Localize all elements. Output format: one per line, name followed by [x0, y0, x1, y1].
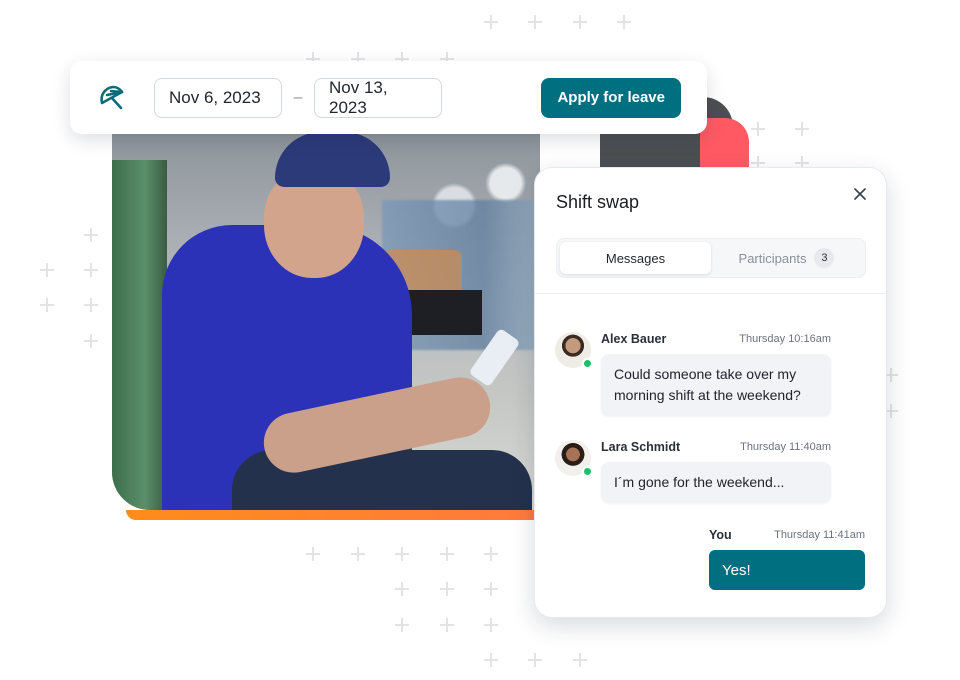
message-sender: You — [709, 528, 732, 542]
plus-decoration — [440, 618, 454, 632]
tab-participants-label: Participants — [738, 250, 807, 266]
online-status-dot — [582, 466, 593, 477]
online-status-dot — [582, 358, 593, 369]
message-sender: Lara Schmidt — [601, 440, 681, 454]
apply-for-leave-button[interactable]: Apply for leave — [541, 77, 681, 118]
plus-decoration — [573, 15, 587, 29]
participants-count-badge: 3 — [814, 248, 835, 268]
message-sender: Alex Bauer — [601, 332, 667, 346]
plus-decoration — [528, 15, 542, 29]
plus-decoration — [484, 618, 498, 632]
start-date-field[interactable]: Nov 6, 2023 — [154, 77, 282, 118]
plus-decoration — [484, 547, 498, 561]
plus-decoration — [395, 582, 409, 596]
plus-decoration — [573, 653, 587, 667]
plus-decoration — [751, 122, 765, 136]
avatar-lara-schmidt — [555, 440, 593, 477]
plus-decoration — [84, 228, 98, 242]
panel-tabs: Messages Participants 3 — [556, 238, 866, 278]
plus-decoration — [440, 582, 454, 596]
plus-decoration — [351, 547, 365, 561]
tab-participants[interactable]: Participants 3 — [711, 242, 862, 274]
plus-decoration — [484, 15, 498, 29]
start-date-value: Nov 6, 2023 — [169, 87, 261, 107]
message-time: Thursday 11:41am — [774, 529, 865, 541]
end-date-field[interactable]: Nov 13, 2023 — [314, 77, 442, 118]
date-separator: – — [293, 88, 303, 106]
umbrella-icon — [96, 82, 128, 114]
tab-messages[interactable]: Messages — [560, 242, 711, 274]
plus-decoration — [40, 263, 54, 277]
message-bubble: Could someone take over my morning shift… — [601, 354, 831, 416]
panel-title: Shift swap — [556, 192, 640, 212]
orange-accent-bar — [126, 510, 540, 520]
message-time: Thursday 11:40am — [740, 441, 831, 453]
plus-decoration — [40, 298, 54, 312]
plus-decoration — [306, 547, 320, 561]
plus-decoration — [617, 15, 631, 29]
close-button[interactable] — [850, 186, 870, 206]
plus-decoration — [395, 547, 409, 561]
photo-green-cabinet — [112, 160, 167, 510]
plus-decoration — [84, 298, 98, 312]
plus-decoration — [395, 618, 409, 632]
end-date-value: Nov 13, 2023 — [329, 77, 388, 117]
plus-decoration — [84, 334, 98, 348]
header-divider — [535, 293, 886, 294]
close-icon — [854, 187, 866, 205]
message-time: Thursday 10:16am — [739, 333, 831, 345]
plus-decoration — [795, 122, 809, 136]
leave-request-bar: Nov 6, 2023 – Nov 13, 2023 Apply for lea… — [70, 61, 707, 134]
plus-decoration — [484, 653, 498, 667]
plus-decoration — [528, 653, 542, 667]
plus-decoration — [484, 582, 498, 596]
own-message-bubble: Yes! — [709, 550, 865, 590]
message-item: Alex Bauer Thursday 10:16am Could someon… — [555, 332, 855, 422]
message-item: Lara Schmidt Thursday 11:40am I´m gone f… — [555, 440, 855, 510]
plus-decoration — [84, 263, 98, 277]
worker-photo — [112, 130, 540, 510]
avatar-alex-bauer — [555, 332, 593, 369]
plus-decoration — [440, 547, 454, 561]
shift-swap-panel: Shift swap Messages Participants 3 Alex … — [534, 167, 887, 618]
tab-messages-label: Messages — [605, 250, 666, 266]
message-bubble: I´m gone for the weekend... — [601, 462, 831, 503]
